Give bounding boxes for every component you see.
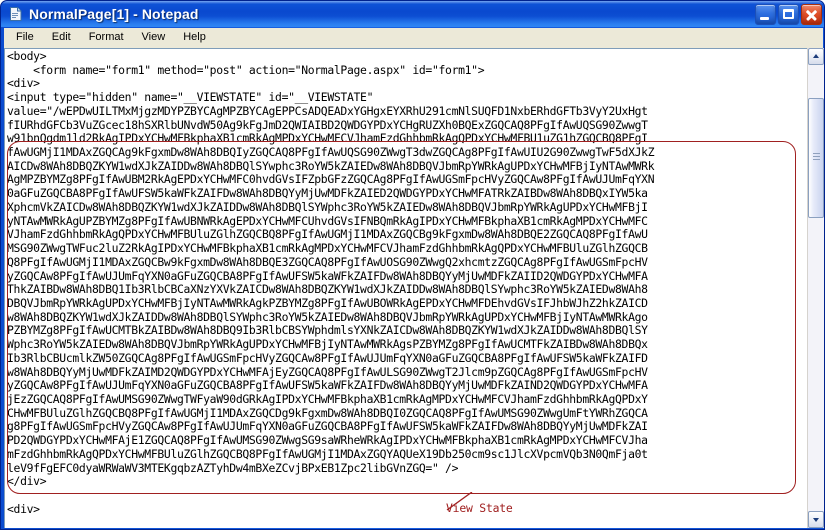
menu-bar: File Edit Format View Help	[4, 28, 823, 48]
menu-item-file[interactable]: File	[7, 29, 43, 47]
scrollbar-track[interactable]	[808, 65, 824, 511]
notepad-window: NormalPage[1] - Notepad File Edit Format…	[0, 0, 825, 530]
maximize-button[interactable]	[778, 4, 799, 25]
scrollbar-grip-icon	[813, 153, 820, 161]
text-editor[interactable]: <body> <form name="form1" method="post" …	[5, 49, 805, 528]
scroll-down-button[interactable]	[808, 511, 824, 528]
menu-item-edit[interactable]: Edit	[43, 29, 80, 47]
chevron-down-icon	[812, 518, 819, 522]
vertical-scrollbar[interactable]	[807, 48, 824, 528]
scrollbar-thumb[interactable]	[808, 98, 824, 218]
title-bar[interactable]: NormalPage[1] - Notepad	[1, 1, 824, 27]
window-controls	[755, 4, 822, 25]
window-title: NormalPage[1] - Notepad	[29, 6, 199, 22]
editor-content: <body> <form name="form1" method="post" …	[7, 49, 655, 516]
viewstate-annotation-label: View State	[446, 501, 513, 515]
minimize-icon	[760, 17, 769, 20]
close-button[interactable]	[801, 4, 822, 25]
scroll-up-button[interactable]	[808, 48, 824, 65]
menu-item-format[interactable]: Format	[80, 29, 133, 47]
chevron-up-icon	[812, 54, 819, 58]
maximize-icon	[783, 9, 794, 19]
minimize-button[interactable]	[755, 4, 776, 25]
editor-client-area: <body> <form name="form1" method="post" …	[4, 48, 823, 528]
menu-item-help[interactable]: Help	[174, 29, 215, 47]
notepad-document-icon	[8, 6, 24, 22]
menu-item-view[interactable]: View	[133, 29, 175, 47]
